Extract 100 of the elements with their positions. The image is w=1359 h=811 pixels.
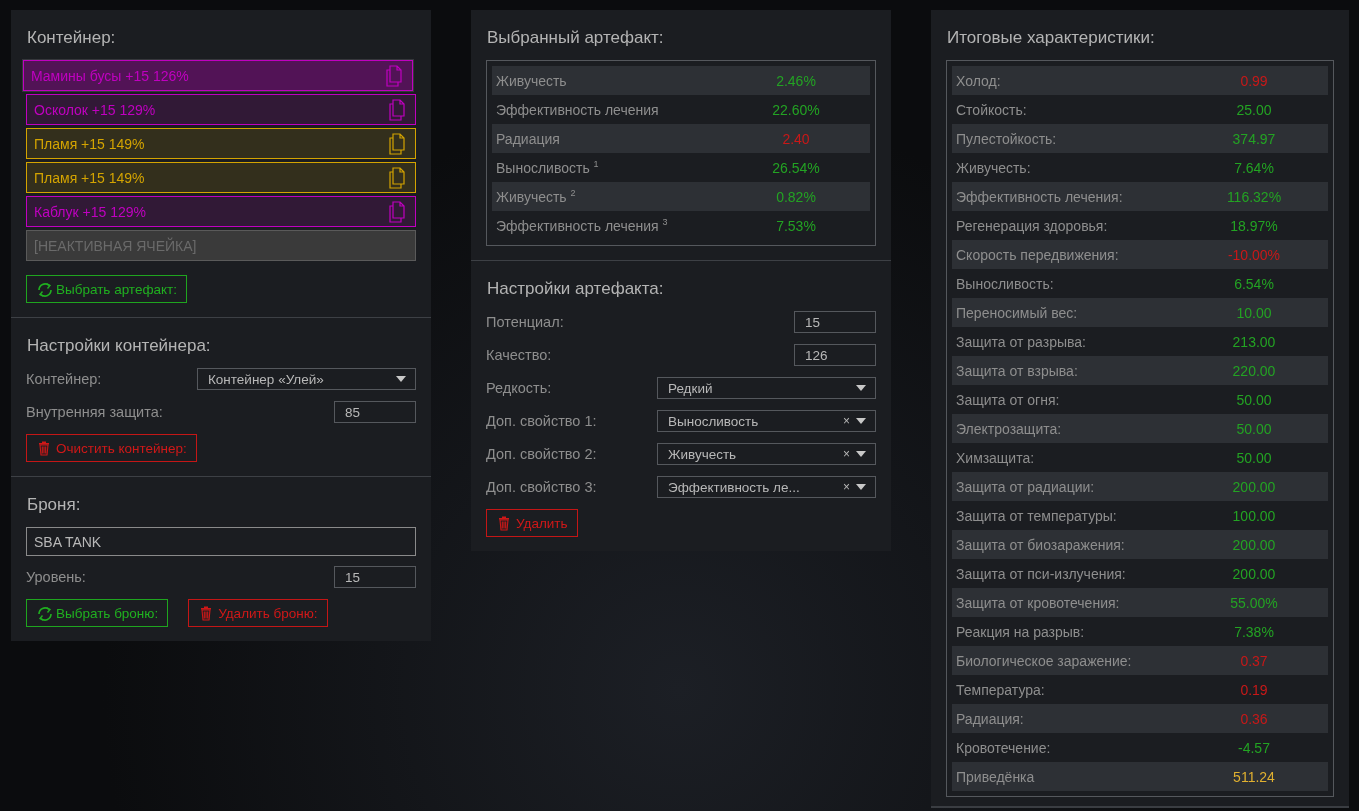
number-field[interactable]: 85 (334, 401, 416, 423)
stat-value: 7.64% (1233, 159, 1275, 176)
refresh-icon (36, 280, 52, 298)
stat-name: Биологическое заражение: (956, 652, 1133, 669)
action-button[interactable]: Выбрать артефакт: (26, 275, 187, 303)
stat-name: Температура: (956, 681, 1046, 698)
section-title: Контейнер: (27, 28, 117, 48)
stat-value: 116.32% (1225, 188, 1283, 205)
stat-value: 6.54% (1233, 275, 1275, 292)
stat-value: -4.57 (1237, 739, 1271, 756)
clear-button[interactable]: × (843, 447, 850, 461)
stat-name: Стойкость: (956, 101, 1028, 118)
stat-name: Приведёнка (956, 768, 1036, 785)
stat-value: 0.37 (1239, 652, 1269, 669)
field-label: Уровень: (26, 569, 86, 585)
stat-name: Живучесть: (956, 159, 1032, 176)
stat-name: Химзащита: (956, 449, 1036, 466)
dropdown[interactable]: Контейнер «Улей» (197, 368, 416, 390)
stat-name: Защита от биозаражения: (956, 536, 1126, 553)
dropdown[interactable]: Редкий (657, 377, 876, 399)
dropdown[interactable]: Живучесть × (657, 443, 876, 465)
stat-name: Электрозащита: (956, 420, 1063, 437)
stat-value: 0.36 (1239, 710, 1269, 727)
field-label: Доп. свойство 1: (486, 413, 597, 429)
caret-icon (856, 418, 866, 424)
stat-value: 50.00 (1235, 449, 1273, 466)
clear-button[interactable]: × (843, 480, 850, 494)
stat-value: 200.00 (1231, 536, 1277, 553)
section-title: Итоговые характеристики: (947, 28, 1156, 48)
stat-value: 2.46% (775, 72, 817, 89)
copy-icon (388, 98, 406, 121)
caret-icon (856, 484, 866, 490)
stat-name: Защита от пси-излучения: (956, 565, 1127, 582)
stat-value: 200.00 (1231, 565, 1277, 582)
stat-name: Регенерация здоровья: (956, 217, 1109, 234)
stat-name: Кровотечение: (956, 739, 1052, 756)
copy-icon (388, 132, 406, 155)
stat-name: Защита от взрыва: (956, 362, 1079, 379)
stat-value: 511.24 (1232, 768, 1276, 785)
stat-name: Защита от разрыва: (956, 333, 1087, 350)
dropdown[interactable]: Эффективность ле... × (657, 476, 876, 498)
field-label: Редкость: (486, 380, 552, 396)
stat-value: 0.19 (1239, 681, 1269, 698)
section-title: Броня: (27, 495, 82, 515)
stat-value: 374.97 (1231, 130, 1277, 147)
stat-name: Выносливость: (956, 275, 1055, 292)
stat-name: Защита от температуры: (956, 507, 1118, 524)
artifact-slot[interactable]: Пламя +15 149% (26, 128, 416, 159)
stat-value: 200.00 (1231, 478, 1277, 495)
stat-name: Выносливость $^{1}$ (496, 159, 600, 176)
clear-button[interactable]: × (843, 414, 850, 428)
stat-value: 55.00% (1229, 594, 1279, 611)
copy-icon (388, 200, 406, 223)
stat-value: 50.00 (1235, 391, 1273, 408)
stat-name: Реакция на разрыв: (956, 623, 1086, 640)
stat-value: 0.99 (1239, 72, 1269, 89)
stat-name: Эффективность лечения (496, 101, 660, 118)
stat-name: Эффективность лечения $^{3}$ (496, 217, 669, 234)
stat-name: Эффективность лечения: (956, 188, 1124, 205)
stat-value: 26.54% (771, 159, 821, 176)
stat-name: Защита от огня: (956, 391, 1061, 408)
stat-value: 7.38% (1233, 623, 1275, 640)
field-label: Контейнер: (26, 371, 102, 387)
stat-value: 18.97% (1229, 217, 1279, 234)
stat-name: Живучесть (496, 72, 568, 89)
artifact-slot[interactable]: Пламя +15 149% (26, 162, 416, 193)
number-field[interactable]: 126 (794, 344, 876, 366)
stat-name: Пулестойкость: (956, 130, 1058, 147)
field-label: Качество: (486, 347, 552, 363)
stat-name: Радиация (496, 130, 561, 147)
field-label: Доп. свойство 3: (486, 479, 597, 495)
number-field[interactable]: 15 (334, 566, 416, 588)
stat-value: 100.00 (1231, 507, 1277, 524)
stat-value: -10.00% (1226, 246, 1282, 263)
stat-value: 0.82% (775, 188, 817, 205)
caret-icon (856, 451, 866, 457)
copy-icon (385, 64, 403, 87)
stat-name: Скорость передвижения: (956, 246, 1120, 263)
action-button[interactable]: Выбрать броню: (26, 599, 169, 627)
section-title: Настройки артефакта: (487, 279, 665, 299)
stat-value: 220.00 (1231, 362, 1277, 379)
stat-value: 213.00 (1231, 333, 1277, 350)
number-field[interactable]: 15 (794, 311, 876, 333)
stat-name: Холод: (956, 72, 1002, 89)
stat-name: Живучесть $^{2}$ (496, 188, 577, 205)
armor-name-field[interactable]: SBA TANK (26, 527, 416, 556)
trash-icon (36, 439, 52, 457)
refresh-icon (36, 604, 52, 622)
section-title: Настройки контейнера: (27, 336, 212, 356)
stat-name: Защита от кровотечения: (956, 594, 1121, 611)
stat-name: Защита от радиации: (956, 478, 1096, 495)
stat-value: 7.53% (775, 217, 817, 234)
stat-value: 25.00 (1235, 101, 1273, 118)
stat-name: Радиация: (956, 710, 1025, 727)
stat-value: 50.00 (1235, 420, 1273, 437)
field-label: Потенциал: (486, 314, 564, 330)
field-label: Внутренняя защита: (26, 404, 163, 420)
dropdown[interactable]: Выносливость × (657, 410, 876, 432)
caret-icon (856, 385, 866, 391)
field-label: Доп. свойство 2: (486, 446, 597, 462)
